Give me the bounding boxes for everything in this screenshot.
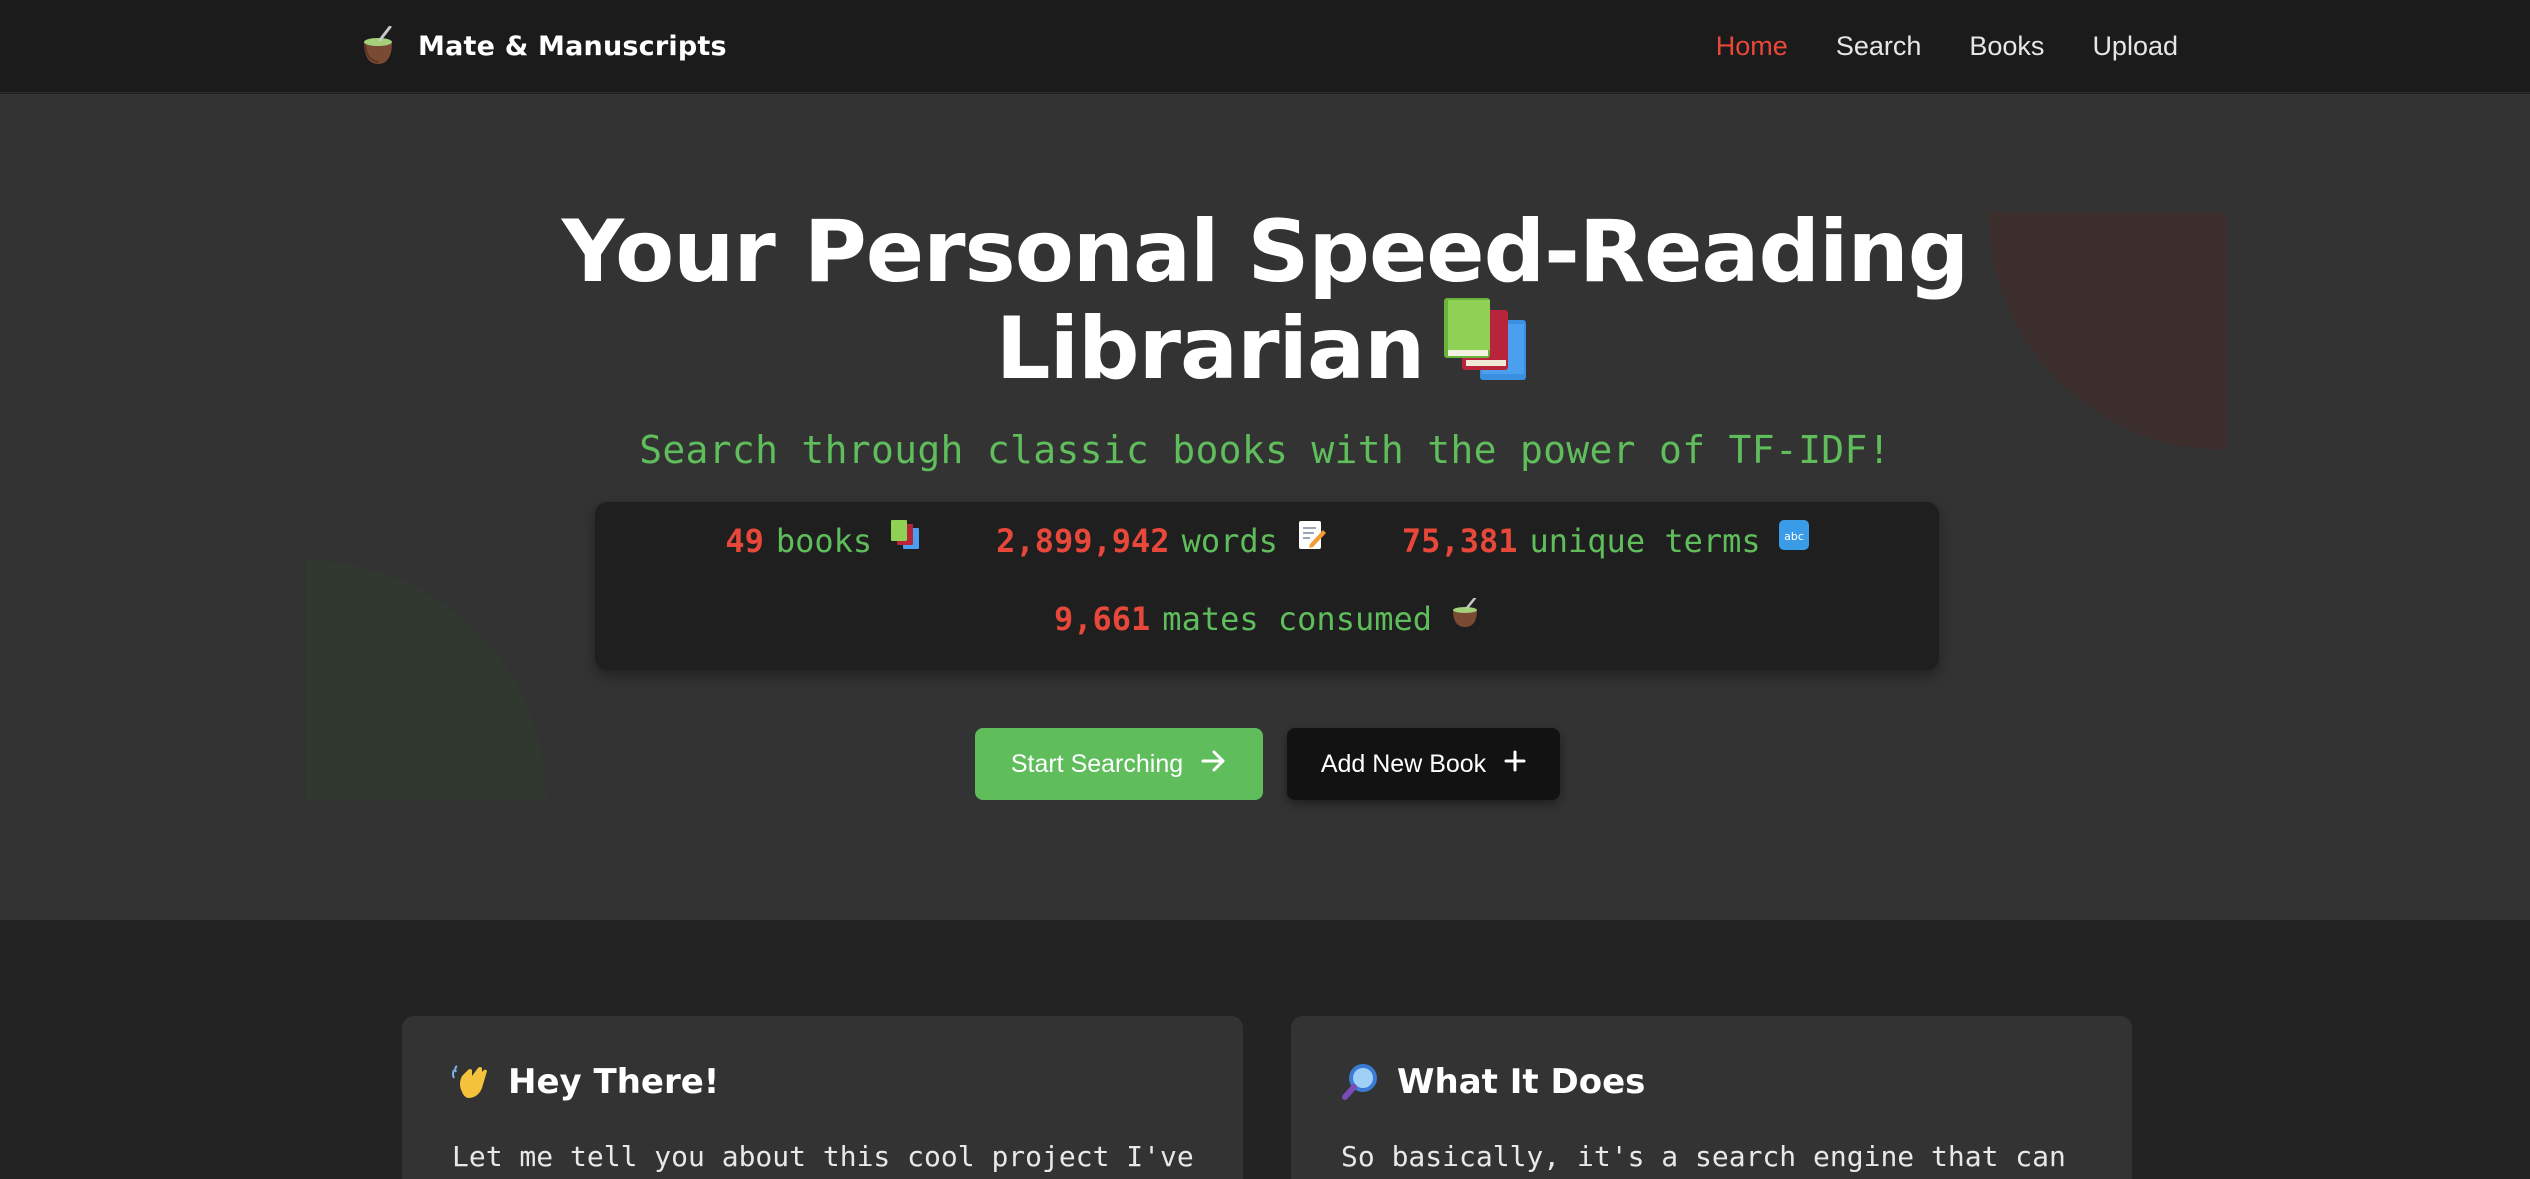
abc-icon: abc <box>1778 520 1809 550</box>
stat-mates: 9,661 mates consumed <box>1053 596 1480 638</box>
hero-title-line2: Librarian <box>995 299 1425 399</box>
info-card-what-it-does: What It Does So basically, it's a search… <box>1291 1016 2132 1179</box>
stat-words: 2,899,942 words <box>996 520 1326 560</box>
card-title-text: Hey There! <box>508 1062 720 1102</box>
books-icon <box>890 520 920 550</box>
top-navbar: Mate & Manuscripts Home Search Books Upl… <box>0 0 2530 93</box>
stats-panel: 49 books 2,899,942 words 75,381 unique t… <box>595 502 1939 670</box>
nav-link-upload[interactable]: Upload <box>2092 31 2178 62</box>
stat-value: 75,381 <box>1401 522 1518 560</box>
card-body-text: Let me tell you about this cool project … <box>452 1140 1194 1173</box>
nav-link-books[interactable]: Books <box>1969 31 2044 62</box>
card-title: Hey There! <box>452 1062 719 1102</box>
mate-gourd-icon <box>1450 596 1480 628</box>
hero-actions: Start Searching Add New Book <box>975 728 1560 800</box>
books-icon <box>1442 298 1534 384</box>
stats-row: 9,661 mates consumed <box>595 596 1939 638</box>
stats-row: 49 books 2,899,942 words 75,381 unique t… <box>595 520 1939 560</box>
stat-unique-terms: 75,381 unique terms abc <box>1401 520 1809 560</box>
decorative-green-shape <box>306 560 546 800</box>
brand-name: Mate & Manuscripts <box>418 30 727 62</box>
hero-title: Your Personal Speed-Reading Librarian <box>0 206 2530 395</box>
nav-links: Home Search Books Upload <box>1716 22 2178 70</box>
brand-link[interactable]: Mate & Manuscripts <box>360 22 727 70</box>
stat-books: 49 books <box>725 520 920 560</box>
card-title-text: What It Does <box>1397 1062 1646 1102</box>
hero-section: Your Personal Speed-Reading Librarian Se… <box>0 94 2530 920</box>
stat-label: mates consumed <box>1162 600 1433 638</box>
arrow-right-icon <box>1201 749 1227 780</box>
stat-label: books <box>775 522 873 560</box>
card-body-text: So basically, it's a search engine that … <box>1341 1140 2066 1173</box>
nav-link-search[interactable]: Search <box>1836 31 1922 62</box>
svg-text:abc: abc <box>1784 530 1804 543</box>
stat-label: unique terms <box>1529 522 1761 560</box>
mate-gourd-icon <box>360 25 396 66</box>
info-card-hey-there: Hey There! Let me tell you about this co… <box>402 1016 1243 1179</box>
button-label: Add New Book <box>1320 749 1487 778</box>
hero-title-line1: Your Personal Speed-Reading <box>561 202 1970 302</box>
button-label: Start Searching <box>1010 749 1184 778</box>
magnifier-icon <box>1341 1062 1381 1102</box>
stat-label: words <box>1181 522 1278 560</box>
nav-link-home[interactable]: Home <box>1716 31 1788 62</box>
start-searching-button[interactable]: Start Searching <box>975 728 1263 800</box>
stat-value: 2,899,942 <box>996 522 1170 560</box>
waving-hand-icon <box>452 1062 492 1102</box>
stat-value: 9,661 <box>1053 600 1151 638</box>
hero-subtitle: Search through classic books with the po… <box>639 428 1891 472</box>
card-title: What It Does <box>1341 1062 1645 1102</box>
memo-icon <box>1296 520 1326 550</box>
plus-icon <box>1504 750 1526 779</box>
add-new-book-button[interactable]: Add New Book <box>1287 728 1560 800</box>
stat-value: 49 <box>725 522 764 560</box>
